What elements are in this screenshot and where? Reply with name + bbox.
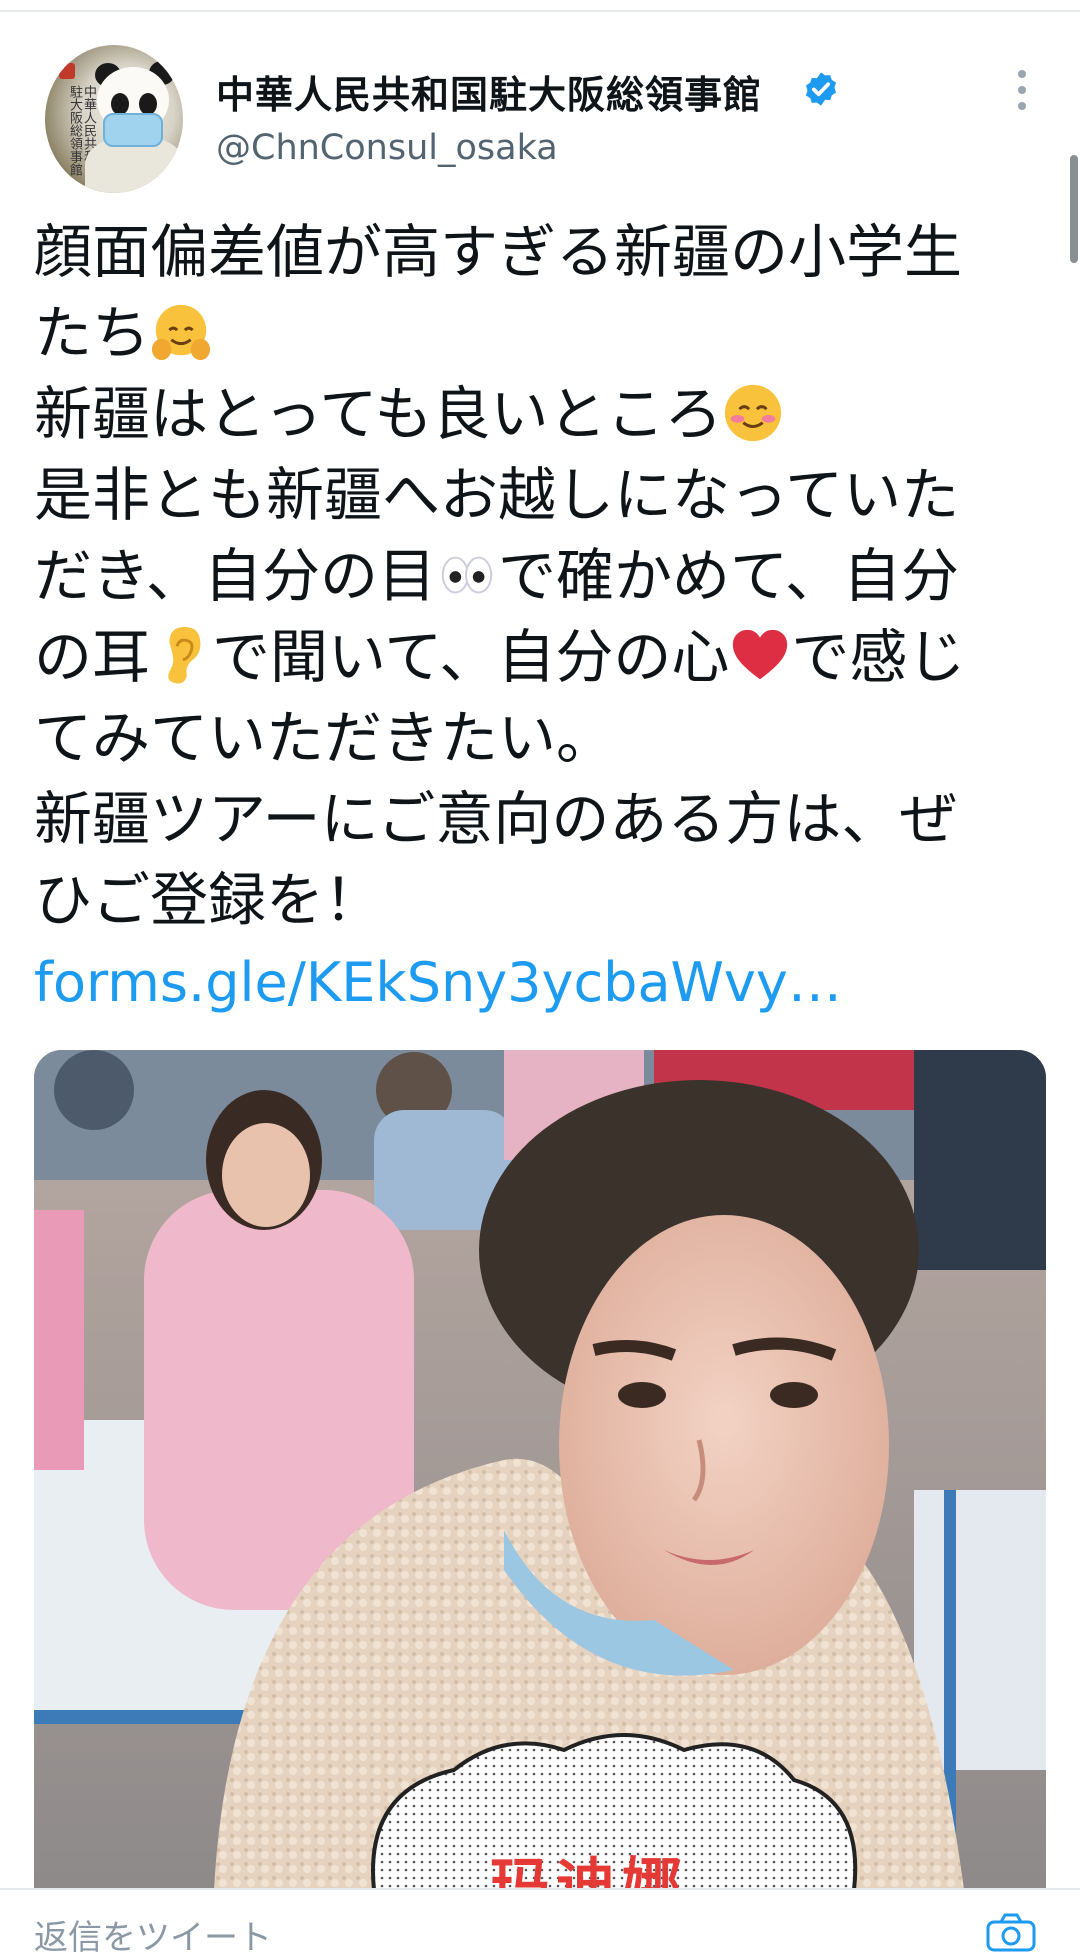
reply-input[interactable]: 返信をツイート	[34, 1910, 272, 1959]
tweet-link[interactable]: forms.gle/KEkSny3ycbaWvy…	[34, 951, 842, 1014]
face-mask-icon	[103, 113, 163, 147]
tweet-line: たち	[34, 293, 1044, 374]
eyes-emoji-icon	[436, 544, 498, 606]
tweet-line: 顔面偏差値が高すぎる新疆の小学生	[34, 218, 963, 286]
tweet-line: ひご登録を！	[34, 866, 383, 934]
tweet-line: の耳 で聞いて、自分の心 で感じ	[34, 623, 966, 691]
author-avatar[interactable]: 中華人民共和国駐大阪総領事館	[45, 45, 183, 193]
camera-icon[interactable]	[985, 1912, 1037, 1952]
author-display-name[interactable]: 中華人民共和国駐大阪総領事館	[216, 64, 762, 119]
tweet-line: 是非とも新疆へお越しになっていた	[34, 461, 960, 529]
tweet-line: 新疆ツアーにご意向のある方は、ぜ	[34, 785, 958, 853]
classroom-photo	[34, 1050, 1046, 1890]
tweet-line: 新疆はとっても良いところ	[34, 374, 1044, 455]
top-divider	[0, 10, 1080, 12]
red-heart-emoji-icon	[729, 625, 791, 687]
tweet-line: てみていただきたい。	[34, 704, 615, 772]
hugging-face-emoji-icon	[150, 301, 212, 363]
seal-stamp-icon	[59, 63, 75, 79]
reply-bar: 返信をツイート	[0, 1888, 1080, 1958]
tweet-media-image[interactable]	[34, 1050, 1046, 1890]
verified-badge-icon	[805, 72, 837, 106]
tweet-line: だき、自分の目 で確かめて、自分	[34, 542, 960, 610]
smiling-face-emoji-icon	[722, 382, 784, 444]
author-handle[interactable]: @ChnConsul_osaka	[216, 128, 558, 168]
scrollbar[interactable]	[1070, 155, 1078, 263]
tweet-text: 顔面偏差値が高すぎる新疆の小学生 たち 新疆はとっても良いところ 是非とも新疆へ…	[34, 212, 1044, 1023]
more-options-icon[interactable]	[1012, 70, 1032, 110]
ear-emoji-icon	[150, 625, 212, 687]
